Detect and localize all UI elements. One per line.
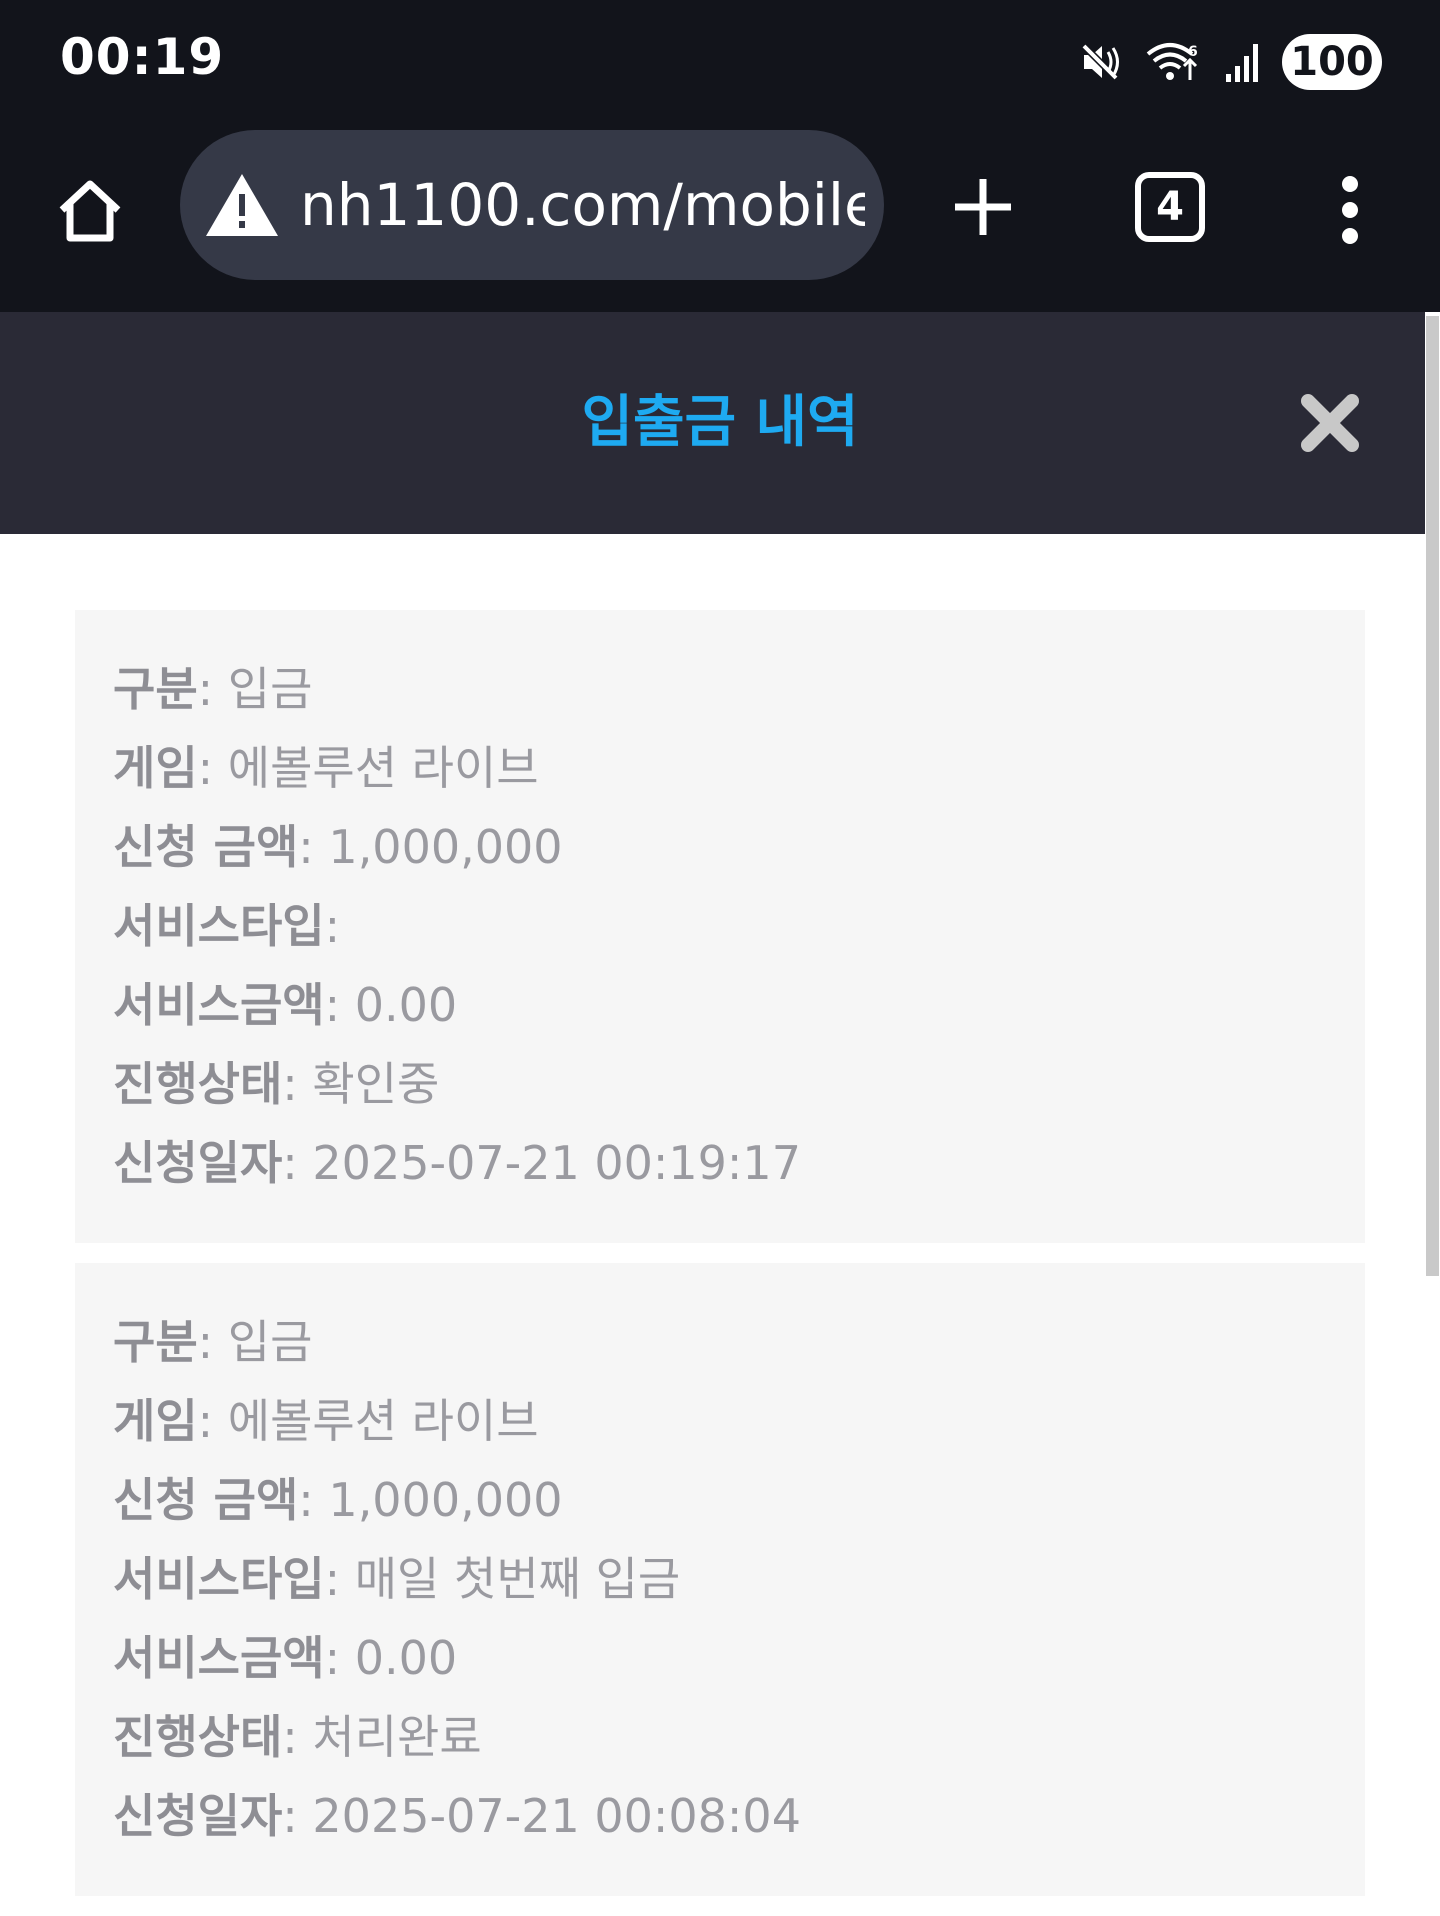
status-field: 진행상태: 확인중: [113, 1057, 440, 1111]
address-bar[interactable]: nh1100.com/mobile/#: [180, 130, 884, 280]
plus-icon: [955, 179, 1011, 235]
service-amount-field: 서비스금액: 0.00: [113, 978, 458, 1032]
date-field: 신청일자: 2025-07-21 00:19:17: [113, 1136, 801, 1190]
new-tab-button[interactable]: [948, 172, 1018, 242]
field-value: 입금: [227, 1315, 313, 1369]
wifi-icon: 6: [1146, 40, 1202, 84]
service-amount-field: 서비스금액: 0.00: [113, 1631, 458, 1685]
amount-field: 신청 금액: 1,000,000: [113, 820, 563, 874]
url-text[interactable]: nh1100.com/mobile/#: [300, 130, 865, 280]
amount-field: 신청 금액: 1,000,000: [113, 1473, 563, 1527]
date-field: 신청일자: 2025-07-21 00:08:04: [113, 1789, 801, 1843]
field-label: 신청일자: [113, 1136, 283, 1190]
service-type-field: 서비스타입:: [113, 899, 341, 953]
scrollbar[interactable]: [1425, 312, 1440, 1877]
field-value: 확인중: [312, 1057, 440, 1111]
scrollbar-thumb[interactable]: [1426, 316, 1439, 1276]
status-icons: 6 100: [1080, 30, 1382, 94]
field-label: 구분: [113, 1315, 198, 1369]
service-type-field: 서비스타입: 매일 첫번째 입금: [113, 1552, 681, 1606]
status-field: 진행상태: 처리완료: [113, 1710, 482, 1764]
field-value: 매일 첫번째 입금: [354, 1552, 681, 1606]
field-label: 신청일자: [113, 1789, 283, 1843]
home-icon: [59, 180, 121, 242]
field-label: 진행상태: [113, 1057, 283, 1111]
field-label: 서비스금액: [113, 978, 325, 1032]
field-value: 2025-07-21 00:19:17: [312, 1136, 801, 1190]
signal-icon: [1224, 40, 1260, 84]
more-vert-icon: [1342, 176, 1358, 244]
mute-icon: [1080, 40, 1124, 84]
field-label: 게임: [113, 741, 198, 795]
field-value: 1,000,000: [328, 1473, 563, 1527]
status-time: 00:19: [60, 28, 225, 86]
field-label: 서비스금액: [113, 1631, 325, 1685]
page-header: 입출금 내역: [0, 312, 1425, 534]
close-icon[interactable]: [1300, 393, 1360, 453]
transaction-record: 구분: 입금 게임: 에볼루션 라이브 신청 금액: 1,000,000 서비스…: [75, 1263, 1365, 1896]
status-bar: 00:19 6 100: [0, 0, 1440, 120]
field-label: 게임: [113, 1394, 198, 1448]
field-value: 입금: [227, 662, 313, 716]
transaction-list: 구분: 입금 게임: 에볼루션 라이브 신청 금액: 1,000,000 서비스…: [75, 610, 1365, 1916]
field-value: 0.00: [354, 978, 458, 1032]
field-label: 구분: [113, 662, 198, 716]
field-label: 신청 금액: [113, 1473, 299, 1527]
transaction-record: 구분: 입금 게임: 에볼루션 라이브 신청 금액: 1,000,000 서비스…: [75, 610, 1365, 1243]
game-field: 게임: 에볼루션 라이브: [113, 741, 539, 795]
field-label: 신청 금액: [113, 820, 299, 874]
svg-text:6: 6: [1188, 44, 1198, 60]
home-button[interactable]: [50, 170, 130, 250]
field-value: 2025-07-21 00:08:04: [312, 1789, 801, 1843]
field-value: 1,000,000: [328, 820, 563, 874]
battery-icon: 100: [1282, 34, 1382, 90]
field-value: 에볼루션 라이브: [227, 741, 539, 795]
field-value: 처리완료: [312, 1710, 482, 1764]
game-field: 게임: 에볼루션 라이브: [113, 1394, 539, 1448]
field-label: 서비스타입: [113, 1552, 325, 1606]
category-field: 구분: 입금: [113, 1315, 313, 1369]
field-label: 진행상태: [113, 1710, 283, 1764]
browser-toolbar: nh1100.com/mobile/# 4: [0, 120, 1440, 312]
more-menu-button[interactable]: [1330, 170, 1370, 250]
tabs-button[interactable]: 4: [1135, 172, 1205, 242]
field-value: 0.00: [354, 1631, 458, 1685]
page-title: 입출금 내역: [581, 390, 859, 455]
category-field: 구분: 입금: [113, 662, 313, 716]
field-value: 에볼루션 라이브: [227, 1394, 539, 1448]
field-label: 서비스타입: [113, 899, 325, 953]
warning-icon[interactable]: [204, 170, 280, 238]
